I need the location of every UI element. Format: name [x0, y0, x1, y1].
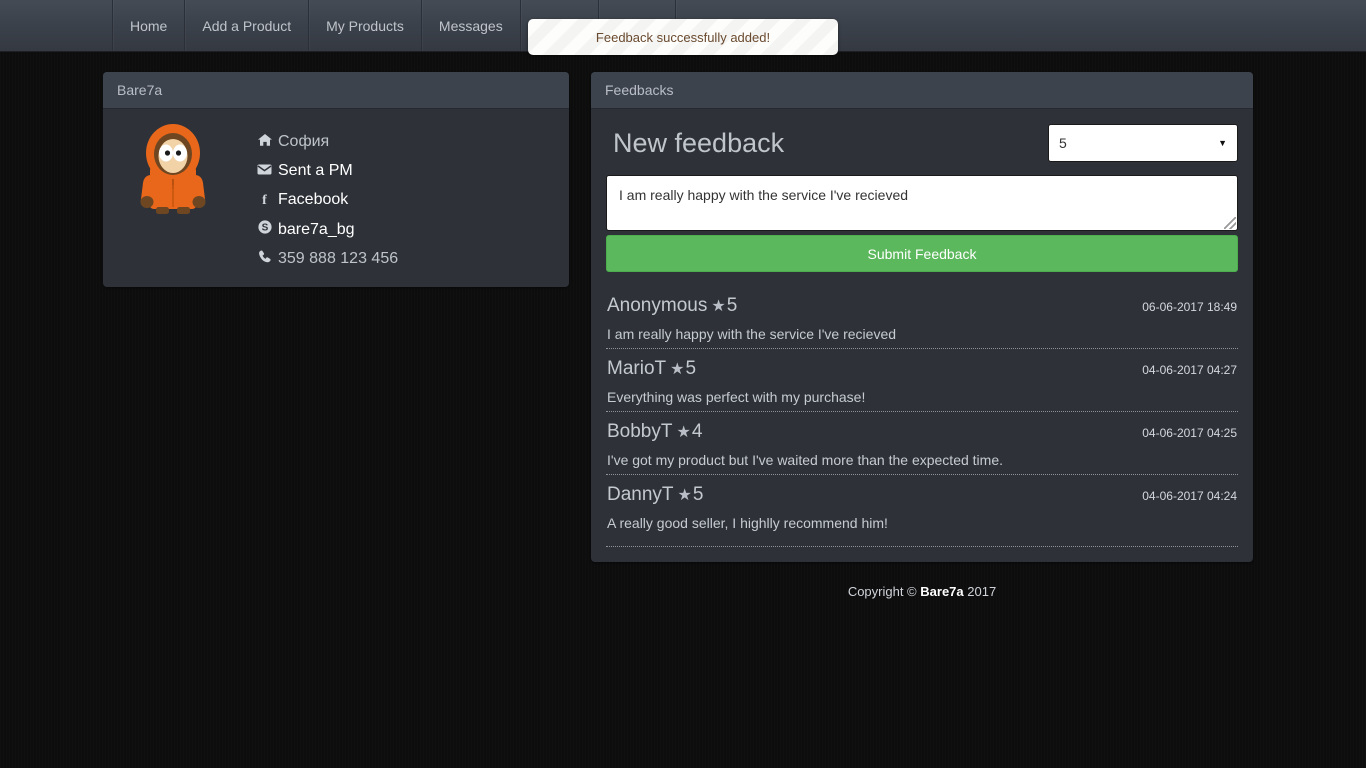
- profile-panel-title: Bare7a: [117, 82, 163, 98]
- rating-select[interactable]: 5 ▼: [1048, 124, 1238, 162]
- feedback-textarea-wrap: [606, 175, 1238, 231]
- feedback-entry: BobbyT ★4 04-06-2017 04:25 I've got my pr…: [606, 411, 1238, 474]
- success-alert-message: Feedback successfully added!: [595, 29, 771, 45]
- nav-item-label: My Products: [326, 17, 404, 34]
- star-icon: ★: [677, 487, 692, 504]
- nav-item-messages[interactable]: Messages: [422, 0, 521, 51]
- feedback-author: BobbyT: [607, 421, 673, 442]
- nav-item-add-a-product[interactable]: Add a Product: [185, 0, 310, 51]
- submit-feedback-button[interactable]: Submit Feedback: [606, 235, 1238, 272]
- success-alert: Feedback successfully added!: [528, 19, 838, 55]
- profile-send-pm-link[interactable]: Sent a PM: [278, 162, 353, 179]
- profile-send-pm-row: Sent a PM: [255, 156, 398, 185]
- skype-icon: S: [255, 215, 274, 244]
- skype-icon-glyph: S: [257, 220, 272, 234]
- feedback-author-rating: MarioT ★5: [607, 355, 696, 383]
- avatar: [123, 119, 233, 273]
- footer-brand: Bare7a: [920, 584, 964, 599]
- profile-facebook-row: f Facebook: [255, 185, 398, 215]
- feedback-panel: Feedbacks New feedback 5 ▼ Submit: [591, 72, 1253, 562]
- star-icon: ★: [676, 424, 691, 441]
- feedback-entry-header: Anonymous ★5 06-06-2017 18:49: [606, 290, 1238, 320]
- nav-item-label: Add a Product: [202, 17, 292, 34]
- star-icon: ★: [670, 361, 685, 378]
- profile-panel-body: София Sent a PM f Facebook S bare7a_bg 3…: [103, 109, 569, 287]
- profile-phone-text: 359 888 123 456: [278, 250, 399, 267]
- nav-item-label: Messages: [438, 17, 503, 34]
- feedback-date: 06-06-2017 18:49: [1142, 300, 1237, 314]
- feedback-author: DannyT: [607, 484, 674, 505]
- profile-panel-heading: Bare7a: [103, 72, 569, 109]
- nav-item-home[interactable]: Home: [113, 0, 186, 51]
- profile-skype-row: S bare7a_bg: [255, 215, 398, 244]
- new-feedback-header: New feedback 5 ▼: [606, 124, 1238, 162]
- feedback-entry-header: BobbyT ★4 04-06-2017 04:25: [606, 416, 1238, 446]
- feedback-author-rating: BobbyT ★4: [607, 418, 702, 446]
- profile-facebook-link[interactable]: Facebook: [278, 191, 348, 208]
- kenny-avatar-image: [140, 124, 206, 214]
- feedback-author: Anonymous: [607, 295, 708, 316]
- feedback-score: 5: [692, 484, 704, 505]
- feedback-text: A really good seller, I highlly recommen…: [607, 515, 888, 531]
- feedback-entry-header: DannyT ★5 04-06-2017 04:24: [606, 479, 1238, 509]
- feedback-text: I've got my product but I've waited more…: [607, 452, 1003, 468]
- envelope-icon: [255, 156, 274, 185]
- top-navbar: Home Add a Product My Products Messages …: [0, 0, 1366, 55]
- feedback-textarea[interactable]: [606, 175, 1238, 231]
- feedback-score: 4: [691, 421, 703, 442]
- nav-item-my-products[interactable]: My Products: [309, 0, 422, 51]
- profile-skype-link[interactable]: bare7a_bg: [278, 221, 355, 238]
- feedback-date: 04-06-2017 04:27: [1142, 363, 1237, 377]
- feedback-panel-heading: Feedbacks: [591, 72, 1253, 109]
- facebook-icon: f: [262, 193, 267, 208]
- feedback-entry: Anonymous ★5 06-06-2017 18:49 I am really…: [606, 290, 1238, 348]
- feedback-list: Anonymous ★5 06-06-2017 18:49 I am really…: [606, 290, 1238, 547]
- home-icon-glyph: [257, 134, 272, 146]
- feedback-author: MarioT: [607, 358, 667, 379]
- feedback-date: 04-06-2017 04:24: [1142, 489, 1237, 503]
- nav-item-label: Home: [130, 17, 168, 34]
- profile-phone-row: 359 888 123 456: [255, 244, 398, 273]
- feedback-panel-body: New feedback 5 ▼ Submit Feedback: [591, 109, 1253, 562]
- feedback-entry: MarioT ★5 04-06-2017 04:27 Everything was…: [606, 348, 1238, 411]
- navbar-left-spacer: [0, 0, 113, 51]
- feedback-text: Everything was perfect with my purchase!: [607, 389, 866, 405]
- feedback-text: I am really happy with the service I've …: [607, 326, 897, 342]
- footer: Copyright © Bare7a 2017: [591, 562, 1253, 599]
- feedback-entry-header: MarioT ★5 04-06-2017 04:27: [606, 353, 1238, 383]
- feedback-score: 5: [685, 358, 697, 379]
- profile-column: Bare7a София Sent a PM f Facebook S bare…: [103, 72, 569, 287]
- phone-icon-glyph: [259, 250, 271, 263]
- profile-location-text: София: [278, 133, 330, 150]
- svg-text:S: S: [261, 223, 268, 234]
- profile-location-row: София: [255, 127, 398, 156]
- profile-panel: Bare7a София Sent a PM f Facebook S bare…: [103, 72, 569, 287]
- feedback-panel-title: Feedbacks: [605, 82, 674, 98]
- envelope-icon-glyph: [257, 164, 272, 175]
- new-feedback-title: New feedback: [613, 128, 785, 158]
- feedback-date: 04-06-2017 04:25: [1142, 426, 1237, 440]
- rating-select-value: 5: [1059, 135, 1067, 151]
- phone-icon: [255, 244, 274, 273]
- page-container: Bare7a София Sent a PM f Facebook S bare…: [103, 52, 1263, 599]
- feedback-author-rating: DannyT ★5: [607, 481, 703, 509]
- feedback-entry: DannyT ★5 04-06-2017 04:24 A really good …: [606, 474, 1238, 547]
- home-icon: [255, 127, 274, 156]
- footer-suffix: 2017: [963, 584, 997, 599]
- feedback-score: 5: [726, 295, 738, 316]
- chevron-down-icon: ▼: [1218, 138, 1227, 148]
- feedback-author-rating: Anonymous ★5: [607, 292, 737, 320]
- main-row: Bare7a София Sent a PM f Facebook S bare…: [103, 72, 1263, 599]
- star-icon: ★: [711, 298, 726, 315]
- footer-prefix: Copyright ©: [847, 584, 921, 599]
- profile-detail-list: София Sent a PM f Facebook S bare7a_bg 3…: [233, 119, 398, 273]
- feedback-column: Feedbacks New feedback 5 ▼ Submit: [591, 72, 1253, 599]
